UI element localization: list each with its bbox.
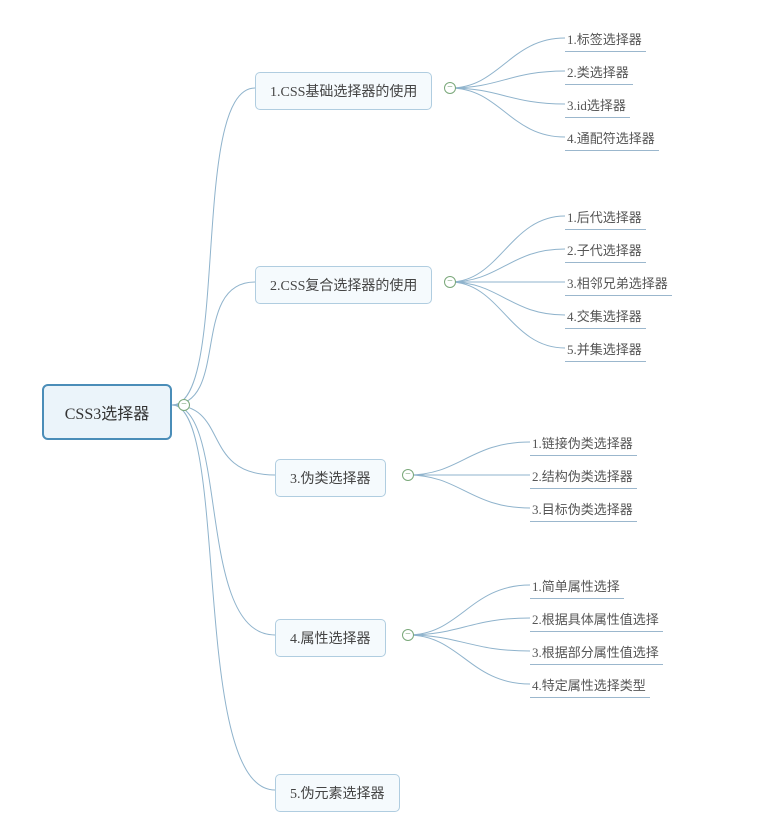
collapse-toggle-branch-1[interactable] bbox=[444, 82, 456, 94]
collapse-toggle-branch-4[interactable] bbox=[402, 629, 414, 641]
collapse-toggle-branch-3[interactable] bbox=[402, 469, 414, 481]
root-node[interactable]: CSS3选择器 bbox=[42, 384, 172, 440]
branch-node-2[interactable]: 2.CSS复合选择器的使用 bbox=[255, 266, 432, 304]
leaf-node-1-4[interactable]: 4.通配符选择器 bbox=[565, 125, 659, 151]
leaf-node-1-1[interactable]: 1.标签选择器 bbox=[565, 26, 646, 52]
leaf-node-4-3[interactable]: 3.根据部分属性值选择 bbox=[530, 639, 663, 665]
leaf-node-4-1[interactable]: 1.简单属性选择 bbox=[530, 573, 624, 599]
leaf-node-3-2[interactable]: 2.结构伪类选择器 bbox=[530, 463, 637, 489]
leaf-node-2-3[interactable]: 3.相邻兄弟选择器 bbox=[565, 270, 672, 296]
leaf-node-1-2[interactable]: 2.类选择器 bbox=[565, 59, 633, 85]
collapse-toggle-root[interactable] bbox=[178, 399, 190, 411]
branch-node-3[interactable]: 3.伪类选择器 bbox=[275, 459, 386, 497]
mindmap-canvas: CSS3选择器 1.CSS基础选择器的使用 1.标签选择器 2.类选择器 3.i… bbox=[0, 0, 758, 838]
branch-node-5[interactable]: 5.伪元素选择器 bbox=[275, 774, 400, 812]
branch-node-1[interactable]: 1.CSS基础选择器的使用 bbox=[255, 72, 432, 110]
leaf-node-2-1[interactable]: 1.后代选择器 bbox=[565, 204, 646, 230]
leaf-node-1-3[interactable]: 3.id选择器 bbox=[565, 92, 630, 118]
leaf-node-2-2[interactable]: 2.子代选择器 bbox=[565, 237, 646, 263]
leaf-node-4-4[interactable]: 4.特定属性选择类型 bbox=[530, 672, 650, 698]
leaf-node-4-2[interactable]: 2.根据具体属性值选择 bbox=[530, 606, 663, 632]
leaf-node-2-5[interactable]: 5.并集选择器 bbox=[565, 336, 646, 362]
collapse-toggle-branch-2[interactable] bbox=[444, 276, 456, 288]
leaf-node-3-1[interactable]: 1.链接伪类选择器 bbox=[530, 430, 637, 456]
leaf-node-2-4[interactable]: 4.交集选择器 bbox=[565, 303, 646, 329]
branch-node-4[interactable]: 4.属性选择器 bbox=[275, 619, 386, 657]
leaf-node-3-3[interactable]: 3.目标伪类选择器 bbox=[530, 496, 637, 522]
